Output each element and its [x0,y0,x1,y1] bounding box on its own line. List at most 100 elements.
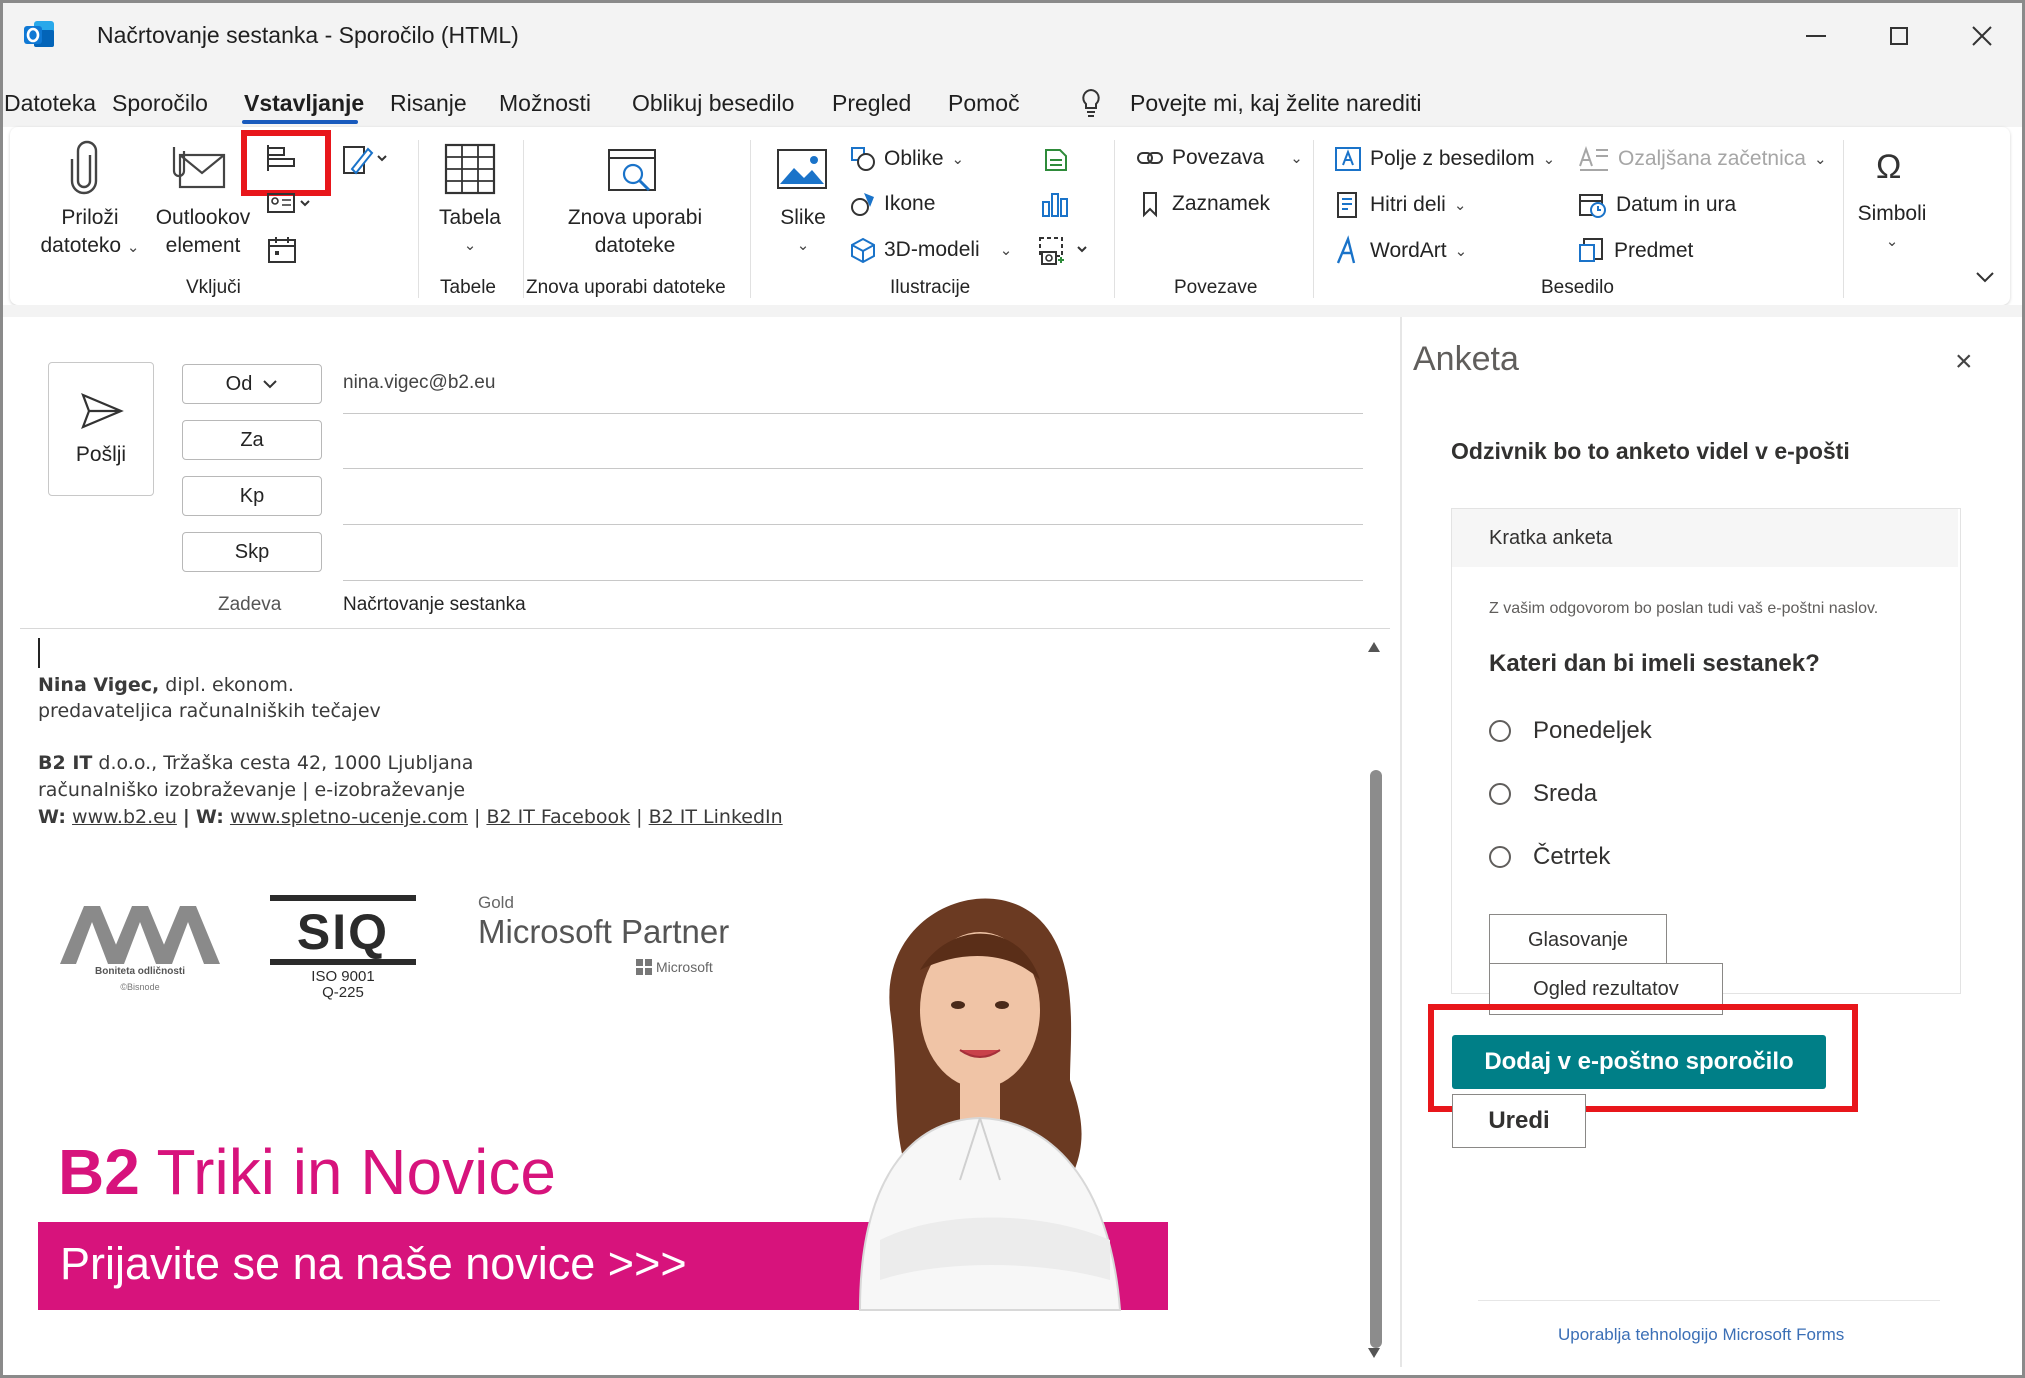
text-cursor [38,638,40,668]
send-button[interactable]: Pošlji [48,362,154,496]
aaa-logo: Boniteta odličnosti ©Bisnode [58,900,222,1000]
lightbulb-icon [1080,88,1102,123]
ribbon-expand-icon[interactable] [1975,270,1995,288]
bookmark-label: Zaznamek [1172,192,1271,215]
icons-button[interactable]: Ikone [850,191,935,217]
3d-models-label: 3D-modeli [884,238,980,261]
vote-button[interactable]: Glasovanje [1489,914,1667,966]
active-tab-indicator [242,120,358,124]
tab-vstavljanje[interactable]: Vstavljanje [244,90,364,117]
newsletter-cta[interactable]: Prijavite se na naše novice >>> [60,1238,687,1290]
newsletter-title: B2 Triki in Novice [58,1135,556,1209]
radio-icon[interactable] [1489,783,1511,805]
send-label: Pošlji [75,443,127,466]
3d-models-button[interactable]: 3D-modeli ⌄ [850,237,1012,264]
chart-icon[interactable] [1040,190,1070,223]
object-button[interactable]: Predmet [1578,237,1693,265]
add-to-email-button[interactable]: Dodaj v e-poštno sporočilo [1452,1035,1826,1089]
cc-button[interactable]: Kp [182,476,322,516]
to-button[interactable]: Za [182,420,322,460]
bookmark-icon [1143,192,1157,218]
group-tables-label: Tabele [440,277,496,298]
title-rest: Triki in Novice [139,1136,556,1208]
chevron-down-icon: ⌄ [1542,151,1556,168]
cc-field[interactable] [343,524,1363,525]
outlook-item-button[interactable]: Outlookov element [150,204,256,260]
link-b2[interactable]: www.b2.eu [72,806,177,828]
tab-oblikuj-besedilo[interactable]: Oblikuj besedilo [632,90,794,117]
smartart-icon[interactable] [1040,146,1070,177]
bookmark-button[interactable]: Zaznamek [1136,191,1271,218]
calendar-icon[interactable] [267,236,297,269]
link-linkedin[interactable]: B2 IT LinkedIn [649,806,783,828]
pictures-button[interactable]: Slike ⌄ [770,204,836,260]
table-button[interactable]: Tabela ⌄ [430,204,510,260]
tell-me-search[interactable]: Povejte mi, kaj želite narediti [1130,90,1421,117]
shapes-label: Oblike [884,147,944,170]
header-divider [20,628,1390,629]
subject-label: Zadeva [218,594,282,615]
textbox-icon [1335,147,1361,171]
business-card-icon[interactable] [266,192,312,219]
ms-partner: Microsoft Partner [478,913,730,950]
close-window-button[interactable] [1962,16,2002,56]
reuse-files-button[interactable]: Znova uporabi datoteke [560,204,710,260]
textbox-label: Polje z besedilom [1370,147,1535,170]
panel-footer-divider [1478,1300,1940,1301]
to-field[interactable] [343,468,1363,469]
minimize-button[interactable] [1796,16,1836,56]
screenshot-icon[interactable] [1038,236,1092,271]
radio-icon[interactable] [1489,720,1511,742]
subject-field[interactable]: Načrtovanje sestanka [343,594,526,616]
w-label: W: [195,806,224,828]
option-cetrtek[interactable]: Četrtek [1489,843,1610,871]
maximize-button[interactable] [1879,16,1919,56]
chevron-down-icon: ⌄ [1454,243,1468,260]
bcc-field[interactable] [343,580,1363,581]
signature-icon[interactable] [342,143,392,182]
pictures-label: Slike [780,206,826,229]
option-ponedeljek[interactable]: Ponedeljek [1489,717,1652,745]
signature-address: d.o.o., Tržaška cesta 42, 1000 Ljubljana [92,752,474,774]
poll-question: Kateri dan bi imeli sestanek? [1489,650,1820,677]
outlook-logo-icon [22,18,56,52]
link-spletno[interactable]: www.spletno-ucenje.com [230,806,468,828]
edit-button[interactable]: Uredi [1452,1094,1586,1148]
tab-risanje[interactable]: Risanje [390,90,467,117]
tab-sporocilo[interactable]: Sporočilo [112,90,208,117]
option-sreda[interactable]: Sreda [1489,780,1597,808]
bcc-label: Skp [234,540,270,563]
textbox-button[interactable]: Polje z besedilom ⌄ [1334,146,1555,172]
tab-datoteka[interactable]: Datoteka [4,90,96,117]
chevron-down-icon: ⌄ [796,237,810,254]
datetime-label: Datum in ura [1616,193,1737,216]
group-reuse-label: Znova uporabi datoteke [526,277,726,298]
shapes-button[interactable]: Oblike ⌄ [850,146,964,172]
attach-line2: datoteko [40,234,122,257]
wordart-button[interactable]: WordArt ⌄ [1334,235,1468,265]
signature-services: računalniško izobraževanje | e-izobražev… [38,779,466,801]
object-label: Predmet [1614,239,1694,262]
radio-icon[interactable] [1489,846,1511,868]
dropcap-button: Ozaljšana začetnica ⌄ [1578,145,1827,172]
close-icon[interactable]: × [1955,345,1973,379]
symbols-button[interactable]: Simboli ⌄ [1850,200,1934,256]
attach-file-button[interactable]: Priloži datoteko ⌄ [40,204,140,262]
siq-text: SIQ [296,904,390,960]
poll-icon [265,143,297,178]
group-separator [1843,140,1844,298]
tab-moznosti[interactable]: Možnosti [499,90,591,117]
from-button[interactable]: Od [182,364,322,404]
scrollbar-thumb[interactable] [1370,770,1382,1348]
quickparts-button[interactable]: Hitri deli ⌄ [1334,191,1466,219]
datetime-button[interactable]: Datum in ura [1578,191,1736,219]
from-value: nina.vigec@b2.eu [343,372,496,393]
bcc-button[interactable]: Skp [182,532,322,572]
tab-pomoc[interactable]: Pomoč [948,90,1020,117]
link-label: Povezava [1172,146,1265,169]
link-button[interactable]: Povezava ⌄ [1136,146,1303,170]
from-underline [343,413,1363,414]
tab-pregled[interactable]: Pregled [832,90,911,117]
omega-icon: Ω [1876,148,1902,186]
link-facebook[interactable]: B2 IT Facebook [486,806,630,828]
